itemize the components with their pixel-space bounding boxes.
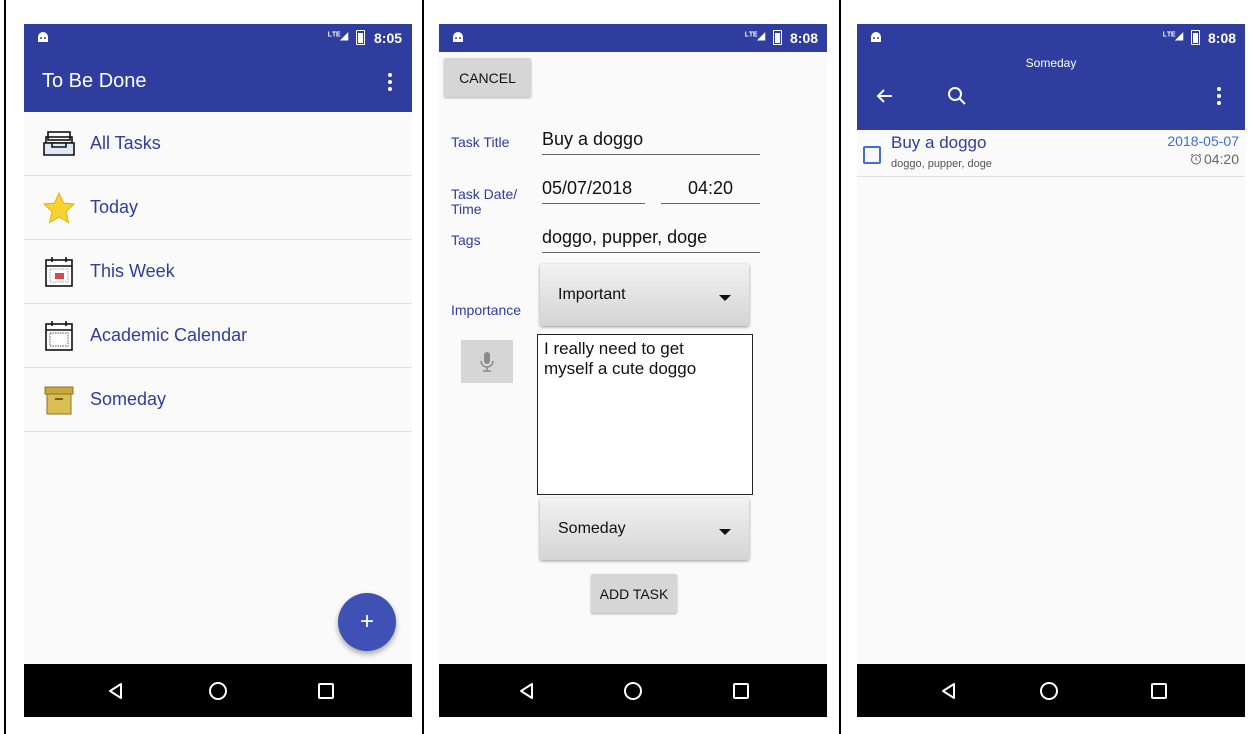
app-bar: Someday bbox=[857, 52, 1245, 130]
task-date-label-line1: Task Date/ bbox=[451, 186, 518, 202]
android-icon bbox=[871, 32, 881, 42]
back-nav-icon[interactable] bbox=[86, 664, 146, 717]
alarm-clock-icon bbox=[1190, 153, 1202, 165]
task-title-input[interactable]: Buy a doggo bbox=[542, 129, 760, 155]
task-time: 04:20 bbox=[1203, 151, 1239, 167]
category-item-all-tasks[interactable]: All Tasks bbox=[24, 112, 412, 176]
app-title: To Be Done bbox=[42, 70, 147, 92]
inbox-tray-icon bbox=[43, 131, 75, 156]
navigation-bar bbox=[857, 664, 1245, 717]
home-nav-icon[interactable] bbox=[188, 664, 248, 717]
task-date: 2018-05-07 bbox=[1167, 133, 1239, 149]
importance-label: Importance bbox=[451, 302, 522, 318]
frame-left-border bbox=[4, 0, 6, 734]
battery-icon bbox=[356, 30, 365, 45]
add-task-button[interactable]: ADD TASK bbox=[591, 574, 677, 613]
android-icon bbox=[38, 32, 48, 42]
category-label: Someday bbox=[90, 389, 167, 409]
phone-screen-someday-list: ᴸᵀᴱ◢ 8:08 Someday Buy a doggo doggo, pup… bbox=[857, 24, 1245, 717]
cancel-button[interactable]: CANCEL bbox=[444, 58, 531, 97]
task-title: Buy a doggo bbox=[891, 133, 987, 152]
category-label: Academic Calendar bbox=[90, 325, 248, 345]
recents-nav-icon[interactable] bbox=[711, 664, 771, 717]
category-value: Someday bbox=[558, 520, 626, 537]
category-dropdown[interactable]: Someday bbox=[540, 498, 749, 560]
navigation-bar bbox=[439, 664, 827, 717]
status-bar: ᴸᵀᴱ◢ 8:05 bbox=[24, 24, 412, 52]
android-icon bbox=[453, 32, 463, 42]
recents-nav-icon[interactable] bbox=[1129, 664, 1189, 717]
tags-label: Tags bbox=[451, 232, 481, 248]
tags-input[interactable]: doggo, pupper, doge bbox=[542, 227, 760, 253]
importance-dropdown[interactable]: Important bbox=[540, 264, 749, 326]
lte-signal-icon: ᴸᵀᴱ◢ bbox=[745, 31, 766, 42]
frame-divider-2 bbox=[839, 0, 841, 734]
navigation-bar bbox=[24, 664, 412, 717]
star-icon bbox=[42, 191, 76, 224]
overflow-menu-icon[interactable] bbox=[378, 70, 402, 94]
time-field[interactable]: 04:20 bbox=[661, 178, 760, 204]
date-field[interactable]: 05/07/2018 bbox=[542, 178, 645, 204]
category-list: All Tasks Today This Week Academic Calen… bbox=[24, 112, 412, 432]
home-nav-icon[interactable] bbox=[1019, 664, 1079, 717]
microphone-icon bbox=[480, 351, 494, 372]
home-nav-icon[interactable] bbox=[603, 664, 663, 717]
back-arrow-icon[interactable] bbox=[873, 84, 897, 108]
battery-icon bbox=[1191, 30, 1200, 45]
phone-screen-add-task: ᴸᵀᴱ◢ 8:08 CANCEL Task Title Buy a doggo … bbox=[439, 24, 827, 717]
search-icon[interactable] bbox=[945, 84, 969, 108]
status-bar: ᴸᵀᴱ◢ 8:08 bbox=[857, 24, 1245, 52]
archive-box-icon bbox=[44, 386, 74, 415]
lte-signal-icon: ᴸᵀᴱ◢ bbox=[328, 31, 349, 42]
back-nav-icon[interactable] bbox=[497, 664, 557, 717]
dropdown-caret-icon bbox=[719, 295, 731, 301]
status-time: 8:08 bbox=[1208, 30, 1237, 46]
lte-signal-icon: ᴸᵀᴱ◢ bbox=[1163, 31, 1184, 42]
category-label: All Tasks bbox=[90, 133, 161, 153]
task-date-label-line2: Time bbox=[451, 201, 482, 217]
overflow-menu-icon[interactable] bbox=[1207, 84, 1231, 108]
category-item-this-week[interactable]: This Week bbox=[24, 240, 412, 304]
task-tags: doggo, pupper, doge bbox=[891, 158, 992, 170]
category-label: This Week bbox=[90, 261, 175, 281]
status-time: 8:08 bbox=[790, 30, 819, 46]
dropdown-caret-icon bbox=[719, 529, 731, 535]
task-time-wrap: 04:20 bbox=[1190, 151, 1239, 167]
screen-subtitle: Someday bbox=[1025, 56, 1077, 70]
voice-input-button[interactable] bbox=[461, 340, 513, 383]
category-item-today[interactable]: Today bbox=[24, 176, 412, 240]
category-item-someday[interactable]: Someday bbox=[24, 368, 412, 432]
task-title-label: Task Title bbox=[451, 134, 510, 150]
status-bar: ᴸᵀᴱ◢ 8:08 bbox=[439, 24, 827, 52]
status-time: 8:05 bbox=[374, 30, 403, 46]
add-task-fab[interactable]: + bbox=[338, 593, 396, 651]
month-calendar-icon bbox=[45, 321, 73, 351]
task-row[interactable]: Buy a doggo doggo, pupper, doge 2018-05-… bbox=[857, 130, 1245, 177]
back-nav-icon[interactable] bbox=[919, 664, 979, 717]
week-calendar-icon bbox=[45, 257, 73, 287]
recents-nav-icon[interactable] bbox=[296, 664, 356, 717]
category-label: Today bbox=[90, 197, 139, 217]
task-checkbox[interactable] bbox=[863, 146, 881, 164]
notes-textarea[interactable]: I really need to get myself a cute doggo bbox=[537, 334, 753, 495]
importance-value: Important bbox=[558, 286, 626, 303]
phone-screen-categories: ᴸᵀᴱ◢ 8:05 To Be Done All Tasks Today Thi… bbox=[24, 24, 412, 717]
battery-icon bbox=[773, 30, 782, 45]
category-item-academic-calendar[interactable]: Academic Calendar bbox=[24, 304, 412, 368]
frame-divider-1 bbox=[422, 0, 424, 734]
app-bar: To Be Done bbox=[24, 52, 412, 112]
